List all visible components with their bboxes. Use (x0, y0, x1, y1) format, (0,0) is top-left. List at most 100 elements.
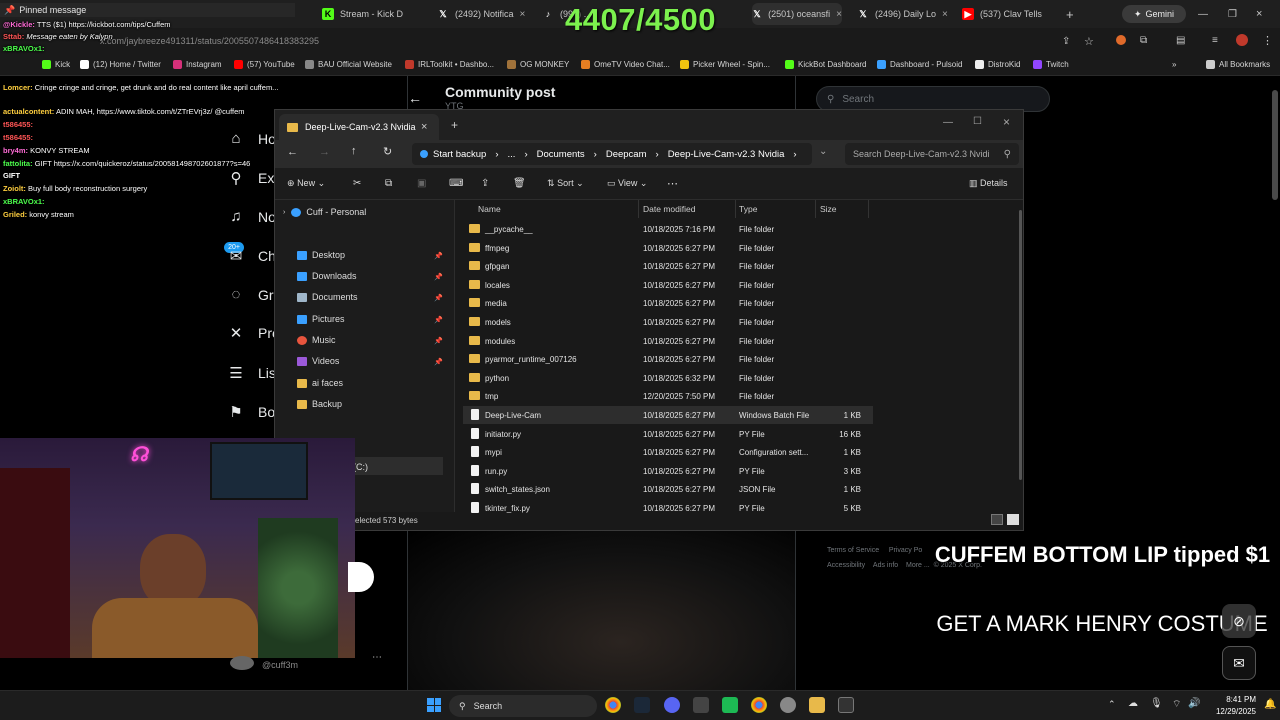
extension-icon[interactable] (1116, 35, 1126, 45)
tab-x-notifications[interactable]: 𝕏 (2492) Notifica × (437, 3, 532, 25)
chrome-icon[interactable] (605, 697, 621, 713)
close-icon[interactable]: × (421, 121, 427, 133)
bookmark-bau[interactable]: BAU Official Website (305, 60, 392, 69)
forward-arrow-icon[interactable]: → (319, 146, 330, 158)
nav-chat[interactable]: ✉ Ch (226, 247, 276, 265)
footer-link[interactable]: More ... (906, 562, 930, 569)
taskbar-search[interactable]: ⚲ Search (449, 695, 597, 717)
tab-youtube[interactable]: ▶ (537) Clav Tells (962, 3, 1062, 25)
maximize-button[interactable]: ☐ (973, 116, 982, 127)
sidebar-item-documents[interactable]: Documents (297, 292, 358, 302)
bookmark-picker-wheel[interactable]: Picker Wheel - Spin... (680, 60, 770, 69)
more-icon[interactable]: ⋯ (667, 177, 678, 190)
footer-link[interactable]: Privacy Po (889, 547, 922, 554)
avatar[interactable] (1236, 34, 1248, 46)
terminal-icon[interactable] (838, 697, 854, 713)
file-row[interactable]: mypi 10/18/2025 6:27 PM Configuration sett… (463, 443, 873, 461)
footer-link[interactable]: Ads info (873, 562, 898, 569)
column-type[interactable]: Type (739, 204, 757, 214)
file-row[interactable]: ffmpeg 10/18/2025 6:27 PM File folder (463, 239, 873, 257)
file-explorer-icon[interactable] (809, 697, 825, 713)
volume-icon[interactable]: 🔊 (1188, 698, 1200, 709)
steam-icon[interactable] (634, 697, 650, 713)
rename-icon[interactable]: ⌨ (449, 178, 463, 189)
settings-icon[interactable] (780, 697, 796, 713)
close-icon[interactable]: × (942, 9, 948, 20)
clock[interactable]: 8:41 PM 12/29/2025 (1206, 694, 1256, 718)
tab-kick-stream[interactable]: K Stream - Kick D (322, 3, 422, 25)
nav-bookmarks[interactable]: ⚑ Bo (226, 403, 275, 421)
footer-link[interactable]: Terms of Service (827, 547, 879, 554)
back-arrow-icon[interactable]: ← (287, 146, 298, 158)
breadcrumb[interactable]: Start backup › ... › Documents › Deepcam › D… (412, 143, 812, 165)
sidebar-item-pictures[interactable]: Pictures (297, 314, 345, 324)
tab-x-daily[interactable]: 𝕏 (2496) Daily Lo × (857, 3, 952, 25)
sidebar-item-ai-faces[interactable]: ai faces (297, 378, 343, 388)
app-icon[interactable] (722, 697, 738, 713)
bookmark-pulsoid[interactable]: Dashboard - Pulsoid (877, 60, 962, 69)
chevron-right-icon[interactable]: » (1172, 60, 1176, 69)
sidebar-item-drive[interactable]: (C:) (353, 457, 443, 475)
up-arrow-icon[interactable]: ↑ (351, 145, 357, 157)
explorer-search-input[interactable]: Search Deep-Live-Cam-v2.3 Nvidi ⚲ (845, 143, 1019, 165)
file-row[interactable]: Deep-Live-Cam 10/18/2025 6:27 PM Windows B… (463, 406, 873, 424)
explorer-tab[interactable]: Deep-Live-Cam-v2.3 Nvidia × (279, 114, 439, 140)
windows-start-icon[interactable] (427, 698, 441, 712)
close-window-button[interactable]: × (1003, 115, 1010, 129)
nav-premium[interactable]: ✕ Pre (226, 324, 280, 342)
sidebar-item-videos[interactable]: Videos (297, 356, 339, 366)
column-size[interactable]: Size (820, 204, 837, 214)
install-icon[interactable]: ⇪ (1062, 36, 1070, 47)
wifi-icon[interactable]: ⌔ (1172, 698, 1181, 711)
file-row[interactable]: run.py 10/18/2025 6:27 PM PY File 3 KB (463, 462, 873, 480)
file-row[interactable]: modules 10/18/2025 6:27 PM File folder (463, 332, 873, 350)
menu-icon[interactable]: ⋮ (1262, 34, 1273, 47)
bookmark-og-monkey[interactable]: OG MONKEY (507, 60, 569, 69)
file-row[interactable]: switch_states.json 10/18/2025 6:27 PM JSON… (463, 480, 873, 498)
column-name[interactable]: Name (478, 204, 501, 214)
tab-x-active[interactable]: 𝕏 (2501) oceansfi × (752, 3, 842, 25)
back-arrow-icon[interactable]: ← (408, 90, 422, 106)
messages-button[interactable]: ✉ (1222, 646, 1256, 680)
sidebar-item-downloads[interactable]: Downloads (297, 271, 357, 281)
file-row[interactable]: initiator.py 10/18/2025 6:27 PM PY File 16 … (463, 425, 873, 443)
scrollbar[interactable] (1272, 90, 1278, 200)
delete-icon[interactable]: 🗑 (513, 178, 526, 189)
details-view-icon[interactable] (991, 514, 1003, 525)
bookmark-ometv[interactable]: OmeTV Video Chat... (581, 60, 670, 69)
column-date[interactable]: Date modified (643, 204, 695, 214)
file-row[interactable]: pyarmor_runtime_007126 10/18/2025 6:27 PM… (463, 350, 873, 368)
close-icon[interactable]: × (520, 9, 526, 20)
puzzle-icon[interactable]: ⧉ (1140, 35, 1147, 46)
sidebar-icon[interactable]: ▤ (1176, 35, 1185, 46)
mic-icon[interactable]: 🎙 (1150, 698, 1163, 709)
scrollbar[interactable] (1019, 210, 1022, 480)
new-tab-button[interactable]: + (451, 118, 458, 132)
nav-lists[interactable]: ☰ Lis (226, 364, 276, 382)
file-row[interactable]: locales 10/18/2025 6:27 PM File folder (463, 276, 873, 294)
close-icon[interactable]: × (836, 9, 842, 20)
sidebar-item-desktop[interactable]: Desktop (297, 250, 345, 260)
discord-icon[interactable] (664, 697, 680, 713)
share-icon[interactable]: ⇪ (481, 178, 489, 189)
file-row[interactable]: media 10/18/2025 6:27 PM File folder (463, 294, 873, 312)
minimize-button[interactable]: — (1198, 3, 1210, 25)
all-bookmarks[interactable]: All Bookmarks (1206, 60, 1270, 69)
bookmark-irltoolkit[interactable]: IRLToolkit • Dashbo... (405, 60, 494, 69)
more-icon[interactable]: ⋯ (372, 652, 382, 663)
tiles-view-icon[interactable] (1007, 514, 1019, 525)
sort-button[interactable]: ⇅ Sort ⌄ (547, 178, 584, 189)
grok-button[interactable]: ⊘ (1222, 604, 1256, 638)
video-player[interactable] (408, 530, 795, 690)
paste-icon[interactable]: ▣ (417, 178, 426, 189)
minimize-button[interactable]: — (943, 117, 953, 128)
bookmark-kickbot[interactable]: KickBot Dashboard (785, 60, 866, 69)
gemini-button[interactable]: ✦ Gemini (1122, 5, 1186, 23)
obs-icon[interactable] (693, 697, 709, 713)
cut-icon[interactable]: ✂ (353, 178, 361, 189)
notification-bell-icon[interactable]: 🔔 (1264, 699, 1276, 710)
file-row[interactable]: models 10/18/2025 6:27 PM File folder (463, 313, 873, 331)
chevron-up-icon[interactable]: ⌃ (1108, 699, 1116, 710)
new-button[interactable]: ⊕ New ⌄ (287, 178, 325, 189)
chrome-profile-icon[interactable] (751, 697, 767, 713)
